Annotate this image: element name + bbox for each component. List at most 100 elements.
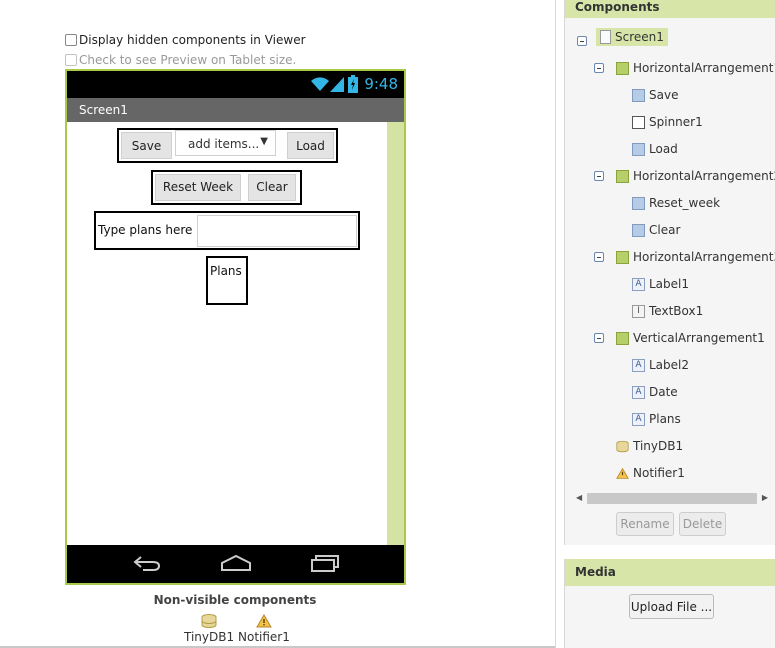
clear-button[interactable]: Clear (248, 174, 296, 201)
tree-node-label2[interactable]: A Label2 (632, 358, 689, 372)
tree-node-clear[interactable]: Clear (632, 223, 680, 237)
tablet-preview-checkbox[interactable] (65, 54, 77, 66)
panel-divider[interactable] (555, 0, 556, 648)
collapse-harr3-toggle[interactable] (594, 252, 604, 262)
rename-button[interactable]: Rename (616, 512, 674, 536)
tree-node-textbox1[interactable]: I TextBox1 (632, 304, 703, 318)
scroll-right-icon[interactable]: ▶ (762, 493, 768, 502)
tree-node-label: VerticalArrangement1 (633, 331, 765, 345)
phone-scrollbar[interactable] (387, 122, 404, 545)
collapse-varr1-toggle[interactable] (594, 333, 604, 343)
tree-node-date[interactable]: A Date (632, 385, 678, 399)
spinner-icon (632, 115, 645, 129)
tree-node-tinydb1[interactable]: TinyDB1 (616, 439, 683, 453)
components-hscrollbar[interactable]: ◀ ▶ (576, 491, 768, 505)
tree-node-label: Clear (649, 223, 681, 237)
tree-node-label1[interactable]: A Label1 (632, 277, 689, 291)
nonvisible-notifier-label: Notifier1 (238, 630, 290, 644)
textbox-icon: I (632, 304, 645, 318)
horizontal-arrangement-3[interactable]: Type plans here (94, 211, 360, 250)
tree-node-load[interactable]: Load (632, 142, 678, 156)
tree-node-label: Date (649, 385, 678, 399)
load-button[interactable]: Load (287, 132, 334, 159)
tree-node-horizontalarrangement1[interactable]: HorizontalArrangement1 (616, 61, 775, 75)
tree-node-label: HorizontalArrangement3 (633, 250, 775, 264)
scroll-left-icon[interactable]: ◀ (576, 493, 582, 502)
tree-node-notifier1[interactable]: Notifier1 (616, 466, 685, 480)
hscroll-thumb[interactable] (587, 493, 757, 504)
back-icon[interactable] (133, 555, 161, 571)
reset-week-button[interactable]: Reset Week (155, 174, 241, 201)
plans-textbox[interactable] (197, 215, 357, 247)
button-icon (632, 196, 645, 210)
components-header: Components (565, 0, 775, 18)
signal-icon (330, 77, 344, 92)
tree-node-horizontalarrangement2[interactable]: HorizontalArrangement2 (616, 169, 775, 183)
database-icon (616, 440, 629, 452)
delete-button[interactable]: Delete (679, 512, 726, 536)
tree-node-label: Screen1 (615, 30, 664, 44)
viewer-panel: Display hidden components in Viewer Chec… (0, 0, 556, 648)
tree-node-verticalarrangement1[interactable]: VerticalArrangement1 (616, 331, 765, 345)
home-icon[interactable] (220, 554, 252, 572)
plans-label: Plans (210, 264, 242, 278)
collapse-harr1-toggle[interactable] (594, 63, 604, 73)
vertical-arrangement-1[interactable]: Plans (206, 256, 248, 305)
media-header: Media (565, 559, 775, 586)
upload-file-button[interactable]: Upload File ... (629, 594, 714, 619)
screen-title-bar: Screen1 (67, 98, 404, 122)
warning-icon (256, 614, 272, 628)
warning-icon (616, 467, 629, 479)
tree-node-label: HorizontalArrangement2 (633, 169, 775, 183)
tablet-preview-label: Check to see Preview on Tablet size. (79, 53, 297, 67)
phone-preview: 9:48 Screen1 Save add items... ▼ Load Re… (65, 69, 406, 585)
tree-node-plans[interactable]: A Plans (632, 412, 681, 426)
battery-icon (348, 75, 358, 93)
media-panel: Media Upload File ... (564, 559, 775, 648)
tree-node-horizontalarrangement3[interactable]: HorizontalArrangement3 (616, 250, 775, 264)
horizontal-arrangement-1[interactable]: Save add items... ▼ Load (117, 128, 338, 163)
nonvisible-tinydb-label: TinyDB1 (184, 630, 235, 644)
button-icon (632, 88, 645, 102)
nonvisible-notifier[interactable]: Notifier1 (238, 614, 290, 644)
horizontal-arrangement-icon (616, 169, 629, 183)
button-icon (632, 223, 645, 237)
database-icon (201, 614, 217, 628)
collapse-harr2-toggle[interactable] (594, 171, 604, 181)
display-hidden-checkbox-row[interactable]: Display hidden components in Viewer (65, 33, 306, 47)
tree-node-label: Plans (649, 412, 681, 426)
horizontal-arrangement-icon (616, 250, 629, 264)
recent-apps-icon[interactable] (311, 554, 339, 572)
screen-icon (600, 30, 611, 44)
wifi-icon (311, 77, 329, 91)
tree-node-save[interactable]: Save (632, 88, 678, 102)
tree-node-label: TextBox1 (649, 304, 704, 318)
tree-node-reset-week[interactable]: Reset_week (632, 196, 720, 210)
label-icon: A (632, 277, 645, 291)
save-button[interactable]: Save (121, 132, 172, 159)
nonvisible-tinydb[interactable]: TinyDB1 (184, 614, 234, 644)
tree-node-label: TinyDB1 (633, 439, 684, 453)
tree-node-spinner1[interactable]: Spinner1 (632, 115, 703, 129)
phone-nav-bar (67, 545, 404, 583)
tree-node-label: Save (649, 88, 679, 102)
display-hidden-checkbox[interactable] (65, 34, 77, 46)
tablet-preview-checkbox-row[interactable]: Check to see Preview on Tablet size. (65, 53, 296, 67)
horizontal-arrangement-2[interactable]: Reset Week Clear (151, 170, 302, 205)
tree-node-label: Spinner1 (649, 115, 703, 129)
collapse-screen1-toggle[interactable] (577, 36, 587, 46)
dropdown-arrow-icon: ▼ (260, 136, 268, 147)
tree-node-label: Reset_week (649, 196, 721, 210)
button-icon (632, 142, 645, 156)
spinner-1[interactable]: add items... ▼ (175, 130, 276, 156)
components-panel: Components (564, 0, 775, 545)
tree-node-label: Notifier1 (633, 466, 685, 480)
tree-node-label: Load (649, 142, 678, 156)
vertical-arrangement-icon (616, 331, 629, 345)
tree-node-screen1[interactable]: Screen1 (596, 28, 668, 46)
label-icon: A (632, 358, 645, 372)
tree-node-label: HorizontalArrangement1 (633, 61, 775, 75)
spinner-value: add items... (188, 137, 260, 151)
tree-node-label: Label2 (649, 358, 690, 372)
display-hidden-label: Display hidden components in Viewer (79, 33, 306, 47)
